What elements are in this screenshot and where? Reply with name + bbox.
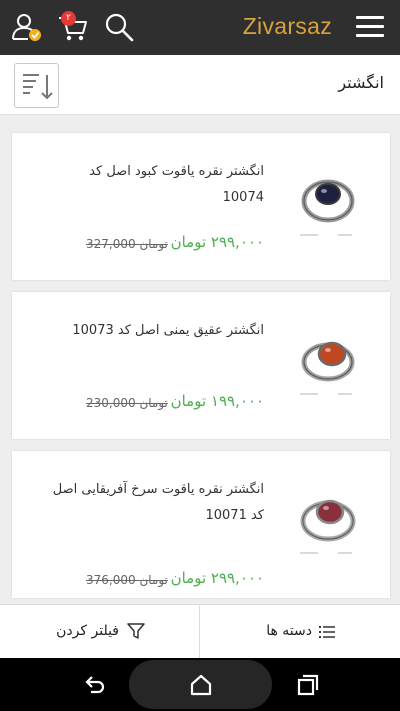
cart-count-badge: ۲ <box>61 11 76 26</box>
page-title: انگشتر <box>338 73 384 92</box>
gemstone <box>315 183 341 205</box>
product-price: ۱۹۹,۰۰۰ تومان <box>170 392 264 410</box>
product-card[interactable]: انگشتر عقیق یمنی اصل کد 10073 ۱۹۹,۰۰۰ تو… <box>12 292 390 439</box>
filter-button-label: فیلتر کردن <box>56 623 119 639</box>
sort-button[interactable] <box>14 63 59 108</box>
home-icon[interactable] <box>189 673 213 697</box>
product-card[interactable]: انگشتر نقره یاقوت سرخ آفریقایی اصل کد 10… <box>12 451 390 598</box>
categories-button-label: دسته ها <box>266 623 312 639</box>
product-price: ۲۹۹,۰۰۰ تومان <box>170 569 264 587</box>
filter-funnel-icon <box>127 623 145 639</box>
search-icon[interactable] <box>102 10 136 44</box>
product-name[interactable]: انگشتر عقیق یمنی اصل کد 10073 <box>44 318 264 344</box>
sort-icon <box>23 74 53 100</box>
product-card[interactable]: انگشتر نقره یاقوت کبود اصل کد 10074 ۲۹۹,… <box>12 133 390 280</box>
system-navigation-bar <box>0 658 400 711</box>
product-old-price: 327,000 تومان <box>86 237 168 251</box>
product-old-price: 376,000 تومان <box>86 573 168 587</box>
product-image <box>300 341 355 395</box>
product-image <box>300 179 355 236</box>
product-image <box>300 499 356 554</box>
brand-logo-text[interactable]: Zivarsaz <box>243 13 332 40</box>
categories-button[interactable]: دسته ها <box>200 605 400 659</box>
gemstone <box>315 499 345 525</box>
gemstone <box>317 341 347 367</box>
filter-button[interactable]: فیلتر کردن <box>0 605 200 659</box>
back-icon[interactable] <box>83 673 107 697</box>
hamburger-menu-icon[interactable] <box>356 16 384 38</box>
product-name[interactable]: انگشتر نقره یاقوت کبود اصل کد 10074 <box>44 159 264 211</box>
recent-apps-icon[interactable] <box>296 673 320 697</box>
product-price: ۲۹۹,۰۰۰ تومان <box>170 233 264 251</box>
product-old-price: 230,000 تومان <box>86 396 168 410</box>
top-app-bar: ۲ Zivarsaz <box>0 0 400 55</box>
category-list-icon <box>319 626 335 638</box>
bottom-action-bar: فیلتر کردن دسته ها <box>0 604 400 659</box>
category-header: انگشتر <box>0 55 400 115</box>
product-list: انگشتر نقره یاقوت کبود اصل کد 10074 ۲۹۹,… <box>12 133 390 610</box>
product-name[interactable]: انگشتر نقره یاقوت سرخ آفریقایی اصل کد 10… <box>44 477 264 529</box>
user-account-icon[interactable] <box>10 10 44 44</box>
